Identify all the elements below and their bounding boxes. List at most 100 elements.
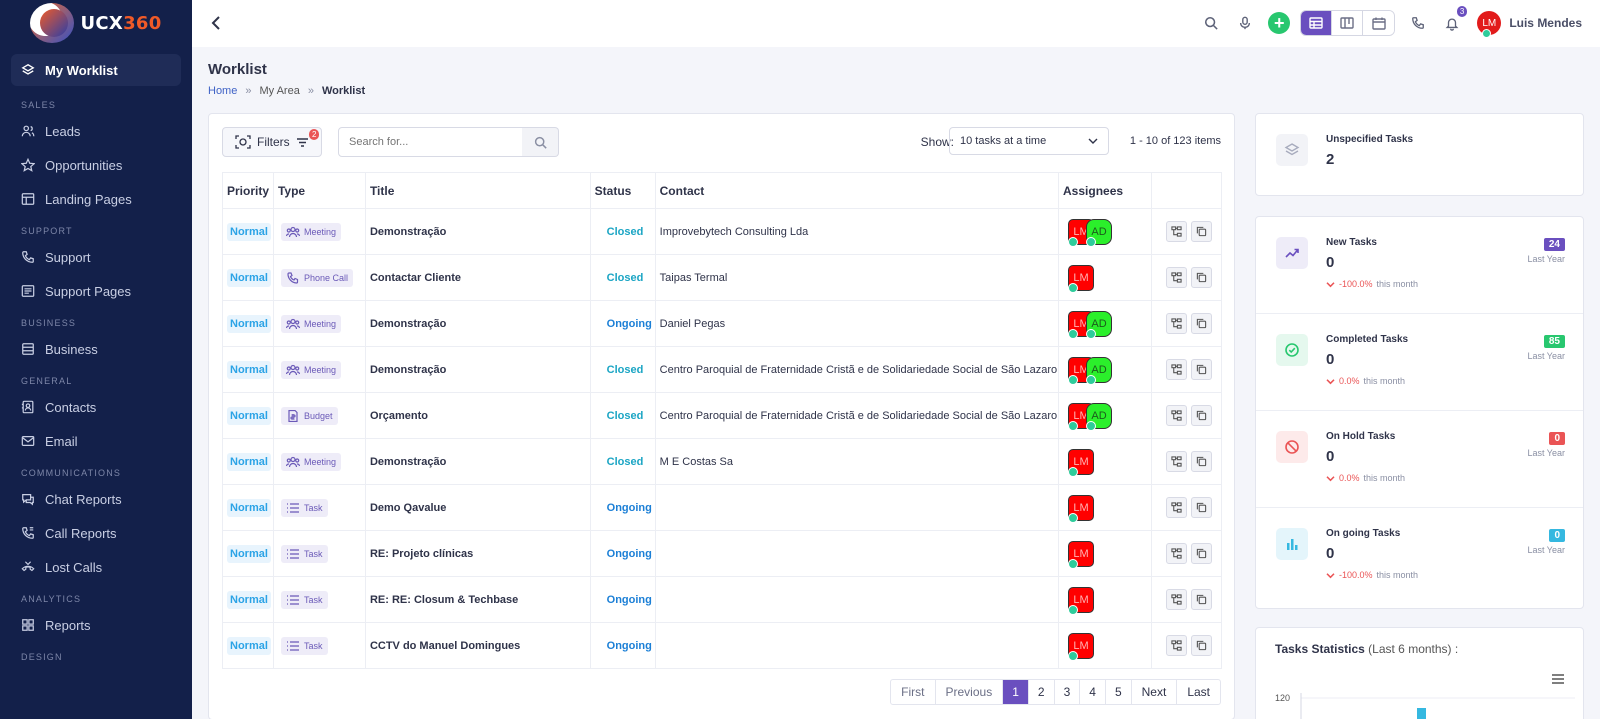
contact-cell[interactable]: Centro Paroquial de Fraternidade Cristã …: [654, 346, 1060, 393]
sidebar-item-support[interactable]: Support: [11, 240, 181, 274]
assignee-avatar[interactable]: LM: [1068, 448, 1095, 477]
hierarchy-icon[interactable]: [1165, 313, 1187, 334]
phone-icon[interactable]: [1407, 12, 1429, 34]
hierarchy-icon[interactable]: [1165, 543, 1187, 564]
task-title[interactable]: Contactar Cliente: [364, 254, 591, 301]
contact-cell[interactable]: Centro Paroquial de Fraternidade Cristã …: [654, 392, 1060, 439]
contact-cell[interactable]: [654, 576, 1060, 623]
pagination-last[interactable]: Last: [1177, 680, 1220, 704]
copy-icon[interactable]: [1190, 359, 1212, 380]
stat-row-new[interactable]: New Tasks 0 -100.0% this month 24 Last Year: [1256, 217, 1583, 314]
column-header-status[interactable]: Status: [589, 172, 656, 209]
table-row[interactable]: Normal Task CCTV do Manuel Domingues Ongoin…: [222, 622, 1223, 669]
sidebar-item-landing-pages[interactable]: Landing Pages: [11, 182, 181, 216]
pagination-previous[interactable]: Previous: [936, 680, 1004, 704]
microphone-icon[interactable]: [1234, 12, 1256, 34]
search-icon[interactable]: [1200, 12, 1222, 34]
task-title[interactable]: CCTV do Manuel Domingues: [364, 622, 591, 669]
assignee-avatar[interactable]: AD: [1086, 402, 1113, 431]
hierarchy-icon[interactable]: [1165, 589, 1187, 610]
sidebar-item-contacts[interactable]: Contacts: [11, 390, 181, 424]
assignee-avatar[interactable]: LM: [1068, 632, 1095, 661]
stat-row-completed[interactable]: Completed Tasks 0 0.0% this month 85 Last Yea…: [1256, 314, 1583, 411]
column-header-title[interactable]: Title: [364, 172, 591, 209]
table-view-icon[interactable]: [1301, 11, 1333, 35]
table-row[interactable]: Normal Meeting Demonstração Closed Improveby…: [222, 208, 1223, 255]
assignee-avatar[interactable]: LM: [1068, 540, 1095, 569]
table-row[interactable]: Normal Meeting Demonstração Closed Centro Pa…: [222, 346, 1223, 393]
sidebar-item-business[interactable]: Business: [11, 332, 181, 366]
hierarchy-icon[interactable]: [1165, 497, 1187, 518]
pagination-first[interactable]: First: [891, 680, 936, 704]
contact-cell[interactable]: M E Costas Sa: [654, 438, 1060, 485]
table-row[interactable]: Normal Task Demo Qavalue Ongoing LM: [222, 484, 1223, 531]
task-title[interactable]: Demonstração: [364, 438, 591, 485]
breadcrumb-home[interactable]: Home: [208, 85, 237, 97]
copy-icon[interactable]: [1190, 267, 1212, 288]
assignee-avatar[interactable]: LM: [1068, 264, 1095, 293]
assignee-avatar[interactable]: AD: [1086, 218, 1113, 247]
user-avatar[interactable]: LM: [1477, 11, 1502, 38]
copy-icon[interactable]: [1190, 405, 1212, 426]
table-row[interactable]: Normal Meeting Demonstração Closed M E Costa…: [222, 438, 1223, 485]
sidebar-item-my-worklist[interactable]: My Worklist: [11, 54, 181, 86]
chart-bar[interactable]: [1417, 708, 1426, 719]
sidebar-item-opportunities[interactable]: Opportunities: [11, 148, 181, 182]
filters-button[interactable]: Filters 2: [222, 127, 322, 157]
sidebar-item-reports[interactable]: Reports: [11, 608, 181, 642]
table-row[interactable]: Normal Phone Call Contactar Cliente Closed T…: [222, 254, 1223, 301]
table-row[interactable]: Normal Budget Orçamento Closed Centro Paroqu…: [222, 392, 1223, 439]
task-title[interactable]: RE: RE: Closum & Techbase: [364, 576, 591, 623]
table-row[interactable]: Normal Task RE: RE: Closum & Techbase Ongoi…: [222, 576, 1223, 623]
sidebar-item-chat-reports[interactable]: Chat Reports: [11, 482, 181, 516]
sidebar-item-call-reports[interactable]: Call Reports: [11, 516, 181, 550]
table-row[interactable]: Normal Meeting Demonstração Ongoing Daniel P…: [222, 300, 1223, 347]
task-title[interactable]: Demonstração: [364, 300, 591, 347]
brand[interactable]: UCX360: [0, 0, 192, 46]
contact-cell[interactable]: Improvebytech Consulting Lda: [654, 208, 1060, 255]
pagination-page-1[interactable]: 1: [1003, 680, 1029, 704]
copy-icon[interactable]: [1190, 221, 1212, 242]
copy-icon[interactable]: [1190, 451, 1212, 472]
pagination-page-5[interactable]: 5: [1106, 680, 1132, 704]
contact-cell[interactable]: [654, 530, 1060, 577]
copy-icon[interactable]: [1190, 635, 1212, 656]
calendar-view-icon[interactable]: [1363, 11, 1395, 35]
pagination-page-3[interactable]: 3: [1055, 680, 1081, 704]
task-title[interactable]: Demonstração: [364, 346, 591, 393]
assignee-avatar[interactable]: LM: [1068, 494, 1095, 523]
contact-cell[interactable]: Taipas Termal: [654, 254, 1060, 301]
table-row[interactable]: Normal Task RE: Projeto clínicas Ongoing LM: [222, 530, 1223, 577]
notifications-bell-icon[interactable]: 3: [1441, 6, 1468, 34]
hierarchy-icon[interactable]: [1165, 267, 1187, 288]
sidebar-item-leads[interactable]: Leads: [11, 114, 181, 148]
assignee-avatar[interactable]: AD: [1086, 310, 1113, 339]
copy-icon[interactable]: [1190, 313, 1212, 334]
copy-icon[interactable]: [1190, 589, 1212, 610]
task-title[interactable]: Orçamento: [364, 392, 591, 439]
pagination-page-2[interactable]: 2: [1029, 680, 1055, 704]
breadcrumb-my-area[interactable]: My Area: [259, 85, 299, 97]
column-header-priority[interactable]: Priority: [222, 172, 274, 209]
task-title[interactable]: Demo Qavalue: [364, 484, 591, 531]
page-size-select[interactable]: 10 tasks at a time: [949, 127, 1109, 155]
contact-cell[interactable]: [654, 484, 1060, 531]
pagination-page-4[interactable]: 4: [1080, 680, 1106, 704]
stat-row-ongoing[interactable]: On going Tasks 0 -100.0% this month 0 Last Ye…: [1256, 508, 1583, 605]
hamburger-menu-icon[interactable]: [1551, 673, 1565, 685]
sidebar-item-support-pages[interactable]: Support Pages: [11, 274, 181, 308]
user-name[interactable]: Luis Mendes: [1509, 16, 1582, 30]
column-header-assignees[interactable]: Assignees: [1058, 172, 1152, 209]
pagination-next[interactable]: Next: [1132, 680, 1178, 704]
search-button[interactable]: [522, 127, 559, 157]
hierarchy-icon[interactable]: [1165, 359, 1187, 380]
contact-cell[interactable]: Daniel Pegas: [654, 300, 1060, 347]
stat-row-onhold[interactable]: On Hold Tasks 0 0.0% this month 0 Last Year: [1256, 411, 1583, 508]
assignee-avatar[interactable]: LM: [1068, 586, 1095, 615]
task-title[interactable]: Demonstração: [364, 208, 591, 255]
sidebar-item-lost-calls[interactable]: Lost Calls: [11, 550, 181, 584]
contact-cell[interactable]: [654, 622, 1060, 669]
search-input[interactable]: [338, 127, 523, 157]
add-button[interactable]: +: [1268, 12, 1291, 34]
back-arrow-icon[interactable]: [208, 14, 226, 32]
